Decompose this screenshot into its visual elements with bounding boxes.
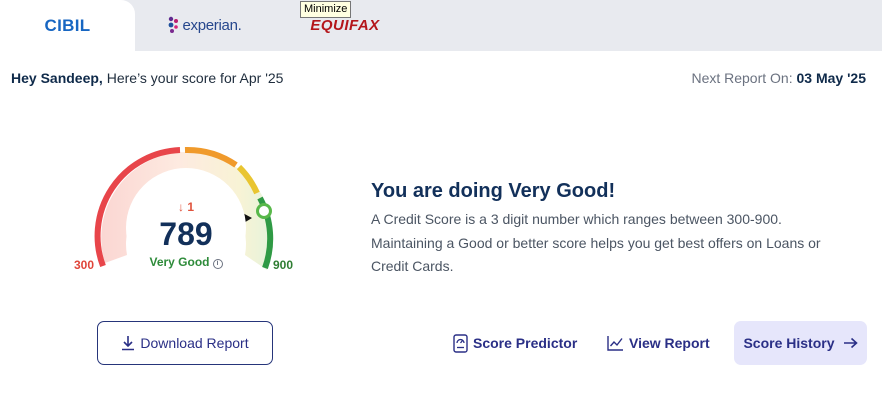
info-icon[interactable]: i bbox=[212, 259, 223, 269]
score-min-label: 300 bbox=[74, 258, 95, 272]
score-band-label: Very Good bbox=[149, 255, 210, 269]
score-value: 789 bbox=[159, 216, 213, 252]
tab-cibil-label: CIBIL bbox=[44, 15, 91, 35]
score-predictor-link[interactable]: Score Predictor bbox=[453, 330, 577, 356]
score-headline: You are doing Very Good! bbox=[371, 180, 616, 202]
minimize-tooltip: Minimize bbox=[300, 1, 352, 18]
score-band: Very Good i bbox=[126, 255, 246, 269]
tab-experian[interactable]: experian. bbox=[160, 0, 250, 51]
next-report-date: 03 May '25 bbox=[796, 70, 867, 86]
greeting-text: Here’s your score for Apr '25 bbox=[102, 70, 284, 86]
tab-experian-label: experian. bbox=[182, 17, 242, 34]
score-max-label: 900 bbox=[273, 258, 294, 272]
experian-logo-icon bbox=[169, 16, 179, 33]
tab-cibil[interactable]: CIBIL bbox=[0, 0, 135, 51]
chart-line-icon bbox=[607, 336, 623, 351]
download-icon bbox=[122, 336, 135, 351]
next-report-label: Next Report On: bbox=[691, 70, 797, 86]
score-history-label: Score History bbox=[743, 335, 835, 351]
view-report-link[interactable]: View Report bbox=[607, 330, 710, 356]
gauge-marker bbox=[256, 203, 272, 219]
arrow-right-icon bbox=[843, 337, 858, 349]
download-report-button[interactable]: Download Report bbox=[97, 321, 273, 365]
score-history-button[interactable]: Score History bbox=[734, 321, 867, 365]
greeting-name: Hey Sandeep, bbox=[11, 70, 103, 86]
next-report: Next Report On: 03 May '25 bbox=[691, 70, 866, 86]
score-predictor-label: Score Predictor bbox=[473, 335, 578, 351]
download-report-label: Download Report bbox=[140, 335, 249, 351]
score-predictor-icon bbox=[453, 333, 468, 353]
view-report-label: View Report bbox=[629, 335, 710, 351]
score-change-value: 1 bbox=[187, 200, 195, 214]
tab-equifax-label: EQUIFAX bbox=[310, 17, 380, 34]
greeting: Hey Sandeep, Here’s your score for Apr '… bbox=[11, 70, 283, 86]
score-center: ↓ 1 789 Very Good i bbox=[126, 168, 246, 288]
score-change: ↓ 1 bbox=[126, 200, 246, 214]
arrow-down-icon: ↓ bbox=[177, 200, 184, 214]
score-description: A Credit Score is a 3 digit number which… bbox=[371, 211, 821, 274]
bureau-tab-bar: CIBIL experian. EQUIFAX bbox=[0, 0, 882, 51]
